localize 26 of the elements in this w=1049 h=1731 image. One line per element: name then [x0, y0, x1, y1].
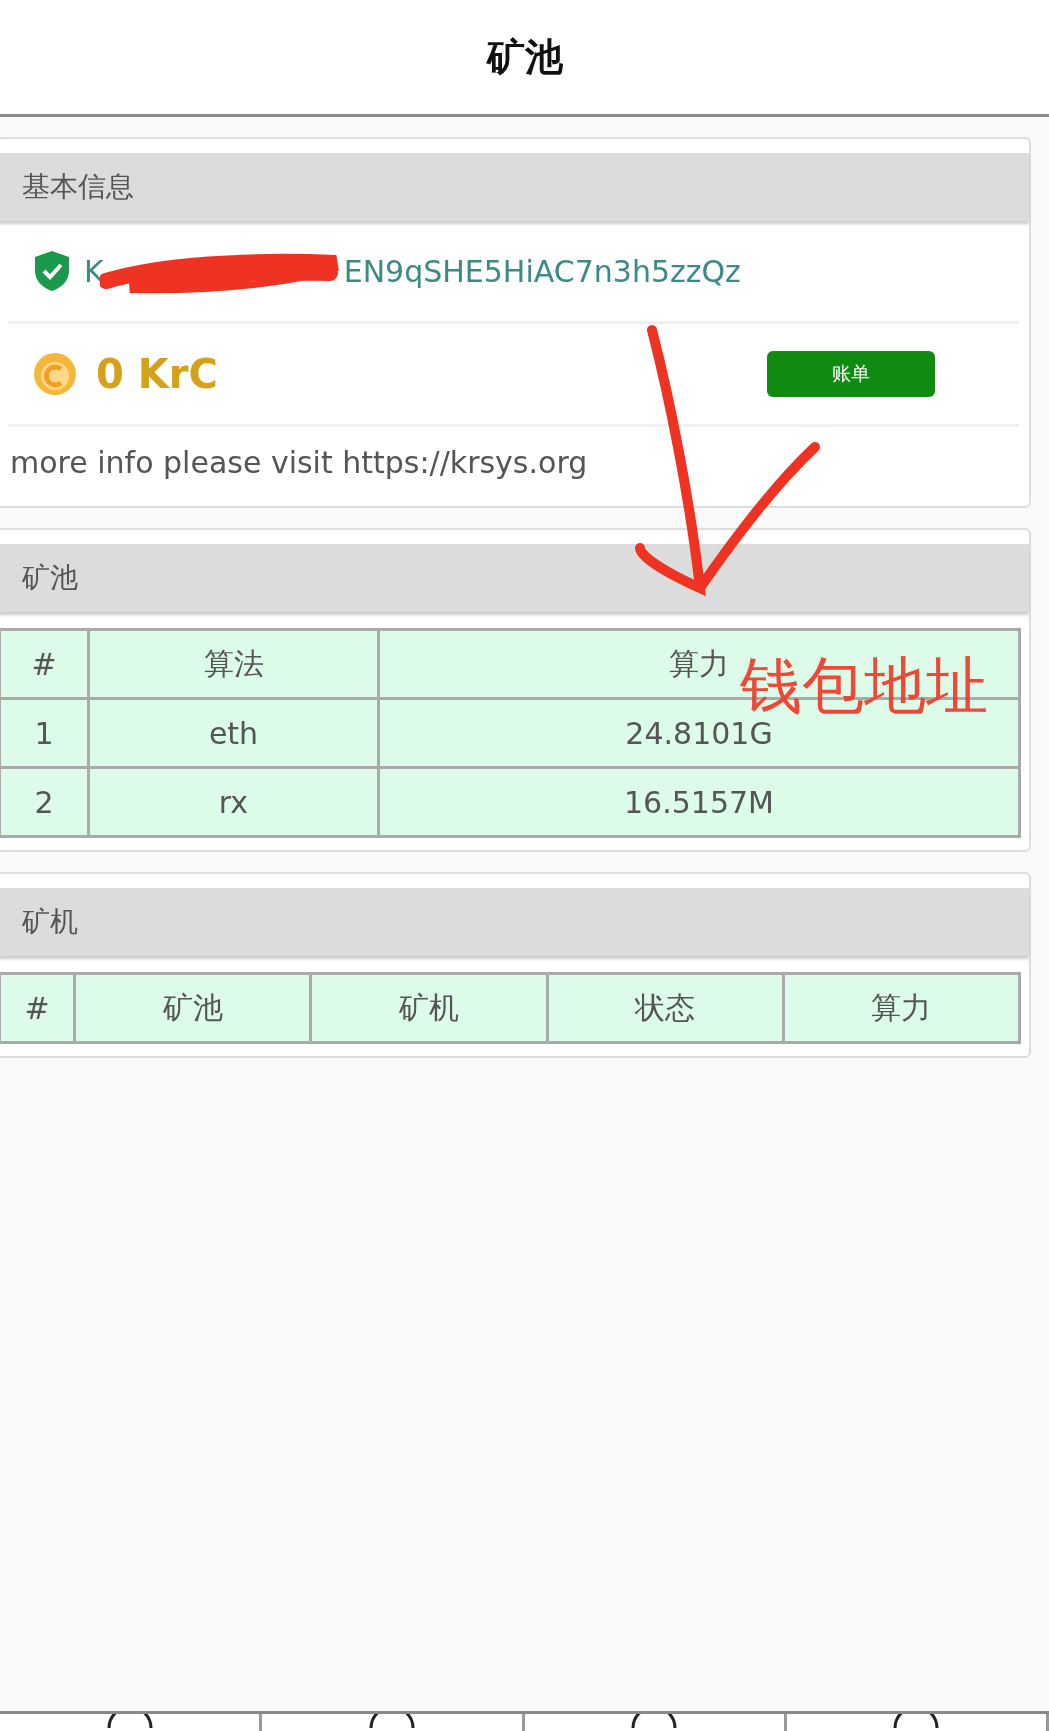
column-header: 状态 — [547, 973, 784, 1043]
tab-icon[interactable] — [367, 1714, 416, 1728]
column-header: 算力 — [783, 973, 1020, 1043]
column-header: 算法 — [88, 629, 379, 699]
tab-icon[interactable] — [630, 1714, 679, 1728]
column-header: # — [0, 973, 75, 1043]
bill-button[interactable]: 账单 — [767, 351, 935, 397]
tab-icon[interactable] — [892, 1714, 941, 1728]
coin-icon — [32, 351, 78, 397]
page-title: 矿池 — [486, 33, 563, 81]
column-header: 矿池 — [74, 973, 311, 1043]
tab-icon[interactable] — [105, 1714, 154, 1728]
table-cell: 16.5157M — [378, 767, 1020, 837]
table-cell: eth — [88, 698, 379, 768]
table-cell: rx — [88, 767, 379, 837]
column-header: # — [0, 629, 89, 699]
balance-text: 0 KrC — [96, 351, 218, 397]
info-note: more info please visit https://krsys.org — [9, 444, 589, 482]
column-header: 矿机 — [310, 973, 547, 1043]
card-header: 矿机 — [0, 888, 1029, 956]
card-header: 矿池 — [0, 544, 1029, 612]
shield-check-icon — [32, 249, 72, 293]
table-cell: 1 — [0, 698, 89, 768]
card-header: 基本信息 — [0, 153, 1029, 221]
table-cell: 2 — [0, 767, 89, 837]
address-text: EN9qSHE5HiAC7n3h5zzQz — [343, 253, 741, 289]
